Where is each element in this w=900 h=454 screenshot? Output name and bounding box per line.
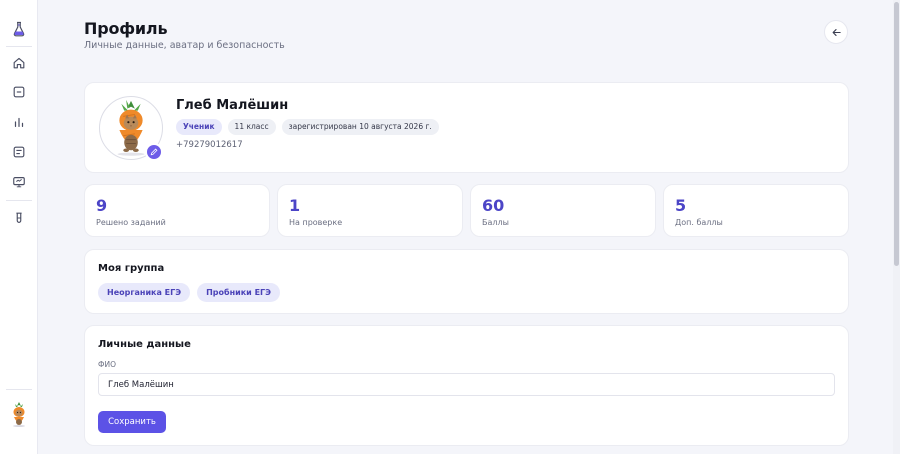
home-icon[interactable] bbox=[10, 54, 28, 72]
sidebar-divider bbox=[6, 46, 32, 47]
main-content: Профиль Личные данные, аватар и безопасн… bbox=[38, 0, 893, 454]
group-title: Моя группа bbox=[98, 263, 165, 274]
app: Профиль Личные данные, аватар и безопасн… bbox=[0, 0, 900, 454]
edit-avatar-button[interactable] bbox=[145, 143, 163, 161]
stat-value: 1 bbox=[289, 196, 301, 215]
scrollbar-thumb[interactable] bbox=[894, 2, 899, 266]
page-title: Профиль bbox=[84, 19, 168, 38]
profile-chips: Ученик 11 класс зарегистрирован 10 авгус… bbox=[176, 119, 439, 135]
sidebar-divider bbox=[6, 389, 32, 390]
stats-icon[interactable] bbox=[10, 113, 28, 131]
stat-value: 5 bbox=[675, 196, 687, 215]
profile-card: Глеб Малёшин Ученик 11 класс зарегистрир… bbox=[84, 82, 849, 173]
back-button[interactable] bbox=[824, 20, 848, 44]
stat-card-points: 60 Баллы bbox=[470, 184, 656, 237]
pencil-icon bbox=[150, 148, 158, 156]
flask-logo-icon[interactable] bbox=[10, 20, 28, 38]
group-chip[interactable]: Неорганика ЕГЭ bbox=[98, 283, 191, 302]
grade-badge: 11 класс bbox=[227, 119, 276, 135]
scrollbar[interactable] bbox=[893, 0, 900, 454]
group-card: Моя группа Неорганика ЕГЭ Пробники ЕГЭ bbox=[84, 249, 849, 314]
avatar-wrap bbox=[99, 96, 163, 161]
user-phone: +79279012617 bbox=[176, 140, 243, 150]
presentation-icon[interactable] bbox=[10, 173, 28, 191]
personal-data-title: Личные данные bbox=[98, 339, 191, 350]
stat-label: Баллы bbox=[482, 218, 509, 227]
stat-label: На проверке bbox=[289, 218, 343, 227]
page-subtitle: Личные данные, аватар и безопасность bbox=[84, 40, 285, 51]
arrow-left-icon bbox=[832, 28, 841, 36]
personal-data-card: Личные данные ФИО Сохранить bbox=[84, 325, 849, 446]
fio-input[interactable] bbox=[98, 373, 835, 396]
user-avatar[interactable] bbox=[8, 401, 30, 427]
group-chips: Неорганика ЕГЭ Пробники ЕГЭ bbox=[98, 283, 280, 302]
list-icon[interactable] bbox=[10, 143, 28, 161]
registered-badge: зарегистрирован 10 августа 2026 г. bbox=[281, 119, 439, 135]
user-name: Глеб Малёшин bbox=[176, 98, 289, 113]
sidebar bbox=[0, 0, 38, 454]
save-button[interactable]: Сохранить bbox=[98, 411, 166, 433]
stat-card-solved: 9 Решено заданий bbox=[84, 184, 270, 237]
stat-value: 60 bbox=[482, 196, 505, 215]
stat-card-extra-points: 5 Доп. баллы bbox=[663, 184, 849, 237]
stat-label: Решено заданий bbox=[96, 218, 166, 227]
fio-label: ФИО bbox=[98, 360, 116, 369]
group-chip[interactable]: Пробники ЕГЭ bbox=[197, 283, 280, 302]
tasks-icon[interactable] bbox=[10, 83, 28, 101]
stat-value: 9 bbox=[96, 196, 108, 215]
stat-label: Доп. баллы bbox=[675, 218, 723, 227]
sidebar-divider bbox=[6, 200, 32, 201]
test-tube-icon[interactable] bbox=[10, 209, 28, 227]
role-badge: Ученик bbox=[176, 119, 222, 135]
stat-card-review: 1 На проверке bbox=[277, 184, 463, 237]
